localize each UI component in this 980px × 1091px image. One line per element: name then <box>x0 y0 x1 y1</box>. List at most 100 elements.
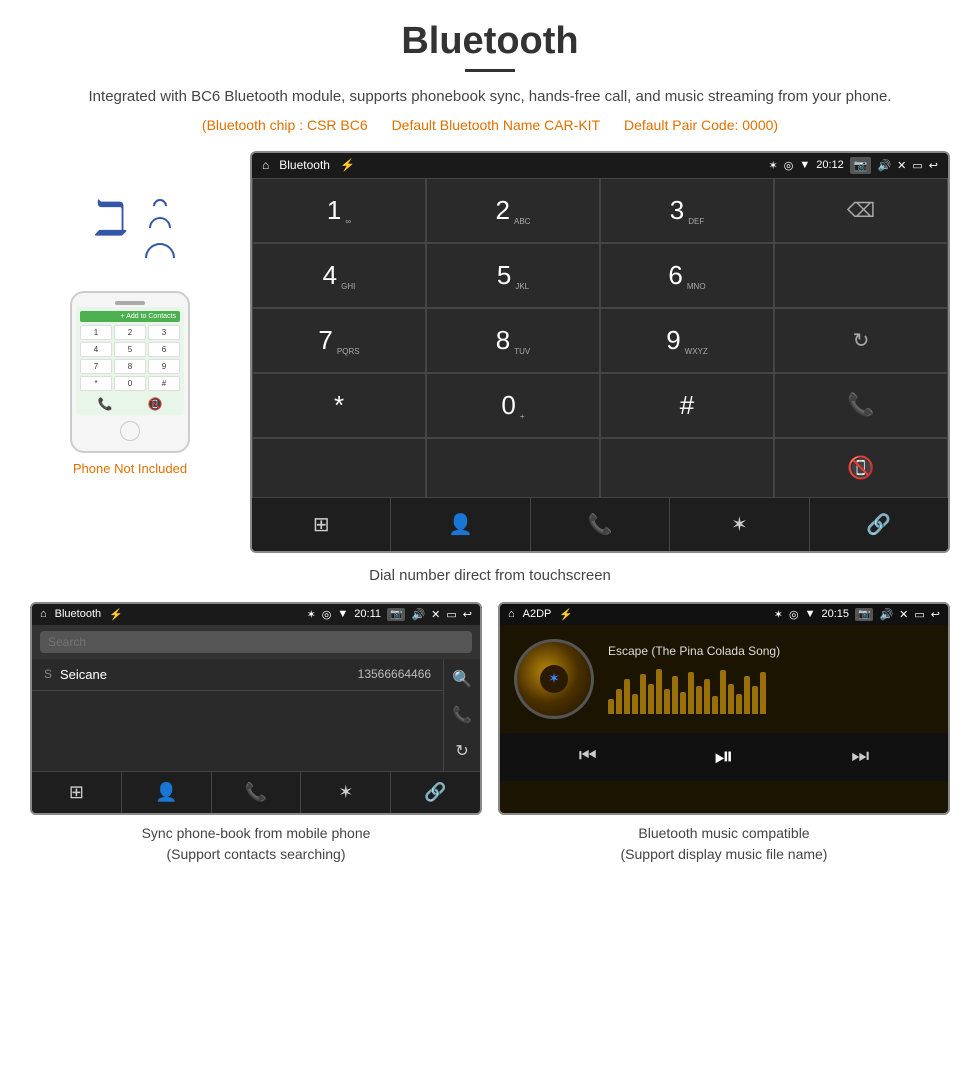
camera-icon: 📷 <box>850 157 872 174</box>
waveform-bar <box>616 689 622 714</box>
pb-search-input[interactable] <box>40 631 472 653</box>
dialpad-bt-icon[interactable]: ✶ <box>670 498 809 551</box>
page-title: Bluetooth <box>30 20 950 63</box>
phone-speaker <box>115 301 145 305</box>
music-info: Escape (The Pina Colada Song) <box>608 644 934 714</box>
dial-red-call[interactable]: 📵 <box>774 438 948 498</box>
signal-icon: ▼ <box>799 159 810 171</box>
waveform-bar <box>696 686 702 714</box>
dial-key-5[interactable]: 5JKL <box>426 243 600 308</box>
dial-empty-2 <box>252 438 426 498</box>
pb-user-icon[interactable]: 👤 <box>122 772 212 813</box>
dial-empty-3 <box>426 438 600 498</box>
pb-statusbar: ⌂ Bluetooth ⚡ ✶ ◎ ▼ 20:11 📷 🔊 ✕ ▭ ↩ <box>32 604 480 625</box>
dial-key-hash[interactable]: # <box>600 373 774 438</box>
music-android-screen: ⌂ A2DP ⚡ ✶ ◎ ▼ 20:15 📷 🔊 ✕ ▭ ↩ <box>498 602 950 815</box>
waveform-bar <box>744 676 750 714</box>
waveform-bar <box>608 699 614 714</box>
waveform-bar <box>752 686 758 714</box>
dialpad-grid-icon[interactable]: ⊞ <box>252 498 391 551</box>
phonebook-android-screen: ⌂ Bluetooth ⚡ ✶ ◎ ▼ 20:11 📷 🔊 ✕ ▭ ↩ <box>30 602 482 815</box>
dial-green-call[interactable]: 📞 <box>774 373 948 438</box>
dial-key-0[interactable]: 0+ <box>426 373 600 438</box>
pb-signal-icon: ▼ <box>337 608 348 620</box>
dial-backspace[interactable]: ⌫ <box>774 178 948 243</box>
pk-3: 3 <box>148 325 180 340</box>
phone-not-included-label: Phone Not Included <box>73 461 187 476</box>
dial-key-4[interactable]: 4GHI <box>252 243 426 308</box>
page-description: Integrated with BC6 Bluetooth module, su… <box>30 86 950 109</box>
wave3-icon <box>139 236 181 278</box>
dial-key-1[interactable]: 1∞ <box>252 178 426 243</box>
music-window-icon: ▭ <box>914 608 924 621</box>
album-bt-icon: ✶ <box>548 670 560 687</box>
dial-refresh[interactable]: ↻ <box>774 308 948 373</box>
pk-7: 7 <box>80 359 112 374</box>
dial-key-7[interactable]: 7PQRS <box>252 308 426 373</box>
music-usb-icon: ⚡ <box>559 608 573 621</box>
dialpad-link-icon[interactable]: 🔗 <box>810 498 948 551</box>
music-prev-icon[interactable]: ⏮ <box>579 745 597 768</box>
pk-1: 1 <box>80 325 112 340</box>
music-signal-icon: ▼ <box>805 608 816 620</box>
music-caption: Bluetooth music compatible(Support displ… <box>498 823 950 865</box>
pb-phone-icon[interactable]: 📞 <box>212 772 302 813</box>
waveform-bar <box>688 672 694 714</box>
pb-bt-bottom-icon[interactable]: ✶ <box>301 772 391 813</box>
dial-key-2[interactable]: 2ABC <box>426 178 600 243</box>
waveform-bar <box>704 679 710 714</box>
statusbar-right: ✶ ◎ ▼ 20:12 📷 🔊 ✕ ▭ ↩ <box>769 157 939 174</box>
dial-key-6[interactable]: 6MNO <box>600 243 774 308</box>
dial-key-9[interactable]: 9WXYZ <box>600 308 774 373</box>
pk-6: 6 <box>148 342 180 357</box>
pb-call-side-icon[interactable]: 📞 <box>452 705 472 725</box>
pb-side-icons: 🔍 📞 ↻ <box>443 659 480 771</box>
phone-mockup: + Add to Contacts 1 2 3 4 5 6 7 8 9 * 0 … <box>70 291 190 453</box>
dial-key-8[interactable]: 8TUV <box>426 308 600 373</box>
dial-key-3[interactable]: 3DEF <box>600 178 774 243</box>
dialpad-statusbar: ⌂ Bluetooth ⚡ ✶ ◎ ▼ 20:12 📷 🔊 ✕ ▭ ↩ <box>252 153 948 178</box>
pb-main-area: S Seicane 13566664466 🔍 📞 ↻ <box>32 659 480 771</box>
specs-line: (Bluetooth chip : CSR BC6 Default Blueto… <box>30 117 950 133</box>
pk-star: * <box>80 376 112 391</box>
statusbar-app-name: Bluetooth <box>279 158 330 172</box>
dialpad-contacts-icon[interactable]: 👤 <box>391 498 530 551</box>
pb-home-icon: ⌂ <box>40 608 47 620</box>
music-card: ⌂ A2DP ⚡ ✶ ◎ ▼ 20:15 📷 🔊 ✕ ▭ ↩ <box>498 602 950 865</box>
title-underline <box>465 69 515 72</box>
dialpad-caption: Dial number direct from touchscreen <box>30 567 950 584</box>
waveform-bar <box>680 692 686 714</box>
pb-search-side-icon[interactable]: 🔍 <box>452 669 472 689</box>
dialpad-phone-icon[interactable]: 📞 <box>531 498 670 551</box>
pk-5: 5 <box>114 342 146 357</box>
dial-key-star[interactable]: * <box>252 373 426 438</box>
pb-bottom-bar: ⊞ 👤 📞 ✶ 🔗 <box>32 771 480 813</box>
pb-contact-name: Seicane <box>60 667 358 682</box>
name-spec: Default Bluetooth Name CAR-KIT <box>392 117 601 133</box>
phonebook-card: ⌂ Bluetooth ⚡ ✶ ◎ ▼ 20:11 📷 🔊 ✕ ▭ ↩ <box>30 602 482 865</box>
music-controls: ⏮ ⏯ ⏭ <box>500 733 948 781</box>
pk-0: 0 <box>114 376 146 391</box>
music-next-icon[interactable]: ⏭ <box>851 745 869 768</box>
main-section: ℶ + Add to Contacts 1 2 3 4 5 6 7 <box>30 151 950 553</box>
waveform-bar <box>632 694 638 714</box>
music-time: 20:15 <box>821 608 849 620</box>
dialpad-android-screen: ⌂ Bluetooth ⚡ ✶ ◎ ▼ 20:12 📷 🔊 ✕ ▭ ↩ 1∞ <box>250 151 950 553</box>
waveform-visualization <box>608 664 934 714</box>
pb-link-icon[interactable]: 🔗 <box>391 772 480 813</box>
volume-icon: 🔊 <box>877 159 891 172</box>
waveform-bar <box>664 689 670 714</box>
pb-contact-letter: S <box>44 667 52 681</box>
pb-refresh-side-icon[interactable]: ↻ <box>455 741 468 761</box>
music-statusbar: ⌂ A2DP ⚡ ✶ ◎ ▼ 20:15 📷 🔊 ✕ ▭ ↩ <box>500 604 948 625</box>
waveform-bar <box>672 676 678 714</box>
waveform-bar <box>640 674 646 714</box>
music-play-pause-icon[interactable]: ⏯ <box>714 743 733 771</box>
bottom-row: ⌂ Bluetooth ⚡ ✶ ◎ ▼ 20:11 📷 🔊 ✕ ▭ ↩ <box>30 602 950 865</box>
music-close-icon: ✕ <box>899 608 908 621</box>
phone-bottom-buttons: 📞 📵 <box>80 397 180 411</box>
pb-grid-icon[interactable]: ⊞ <box>32 772 122 813</box>
music-main-area: ✶ Escape (The Pina Colada Song) <box>500 625 948 733</box>
music-home-icon: ⌂ <box>508 608 515 620</box>
phone-home-button <box>120 421 140 441</box>
